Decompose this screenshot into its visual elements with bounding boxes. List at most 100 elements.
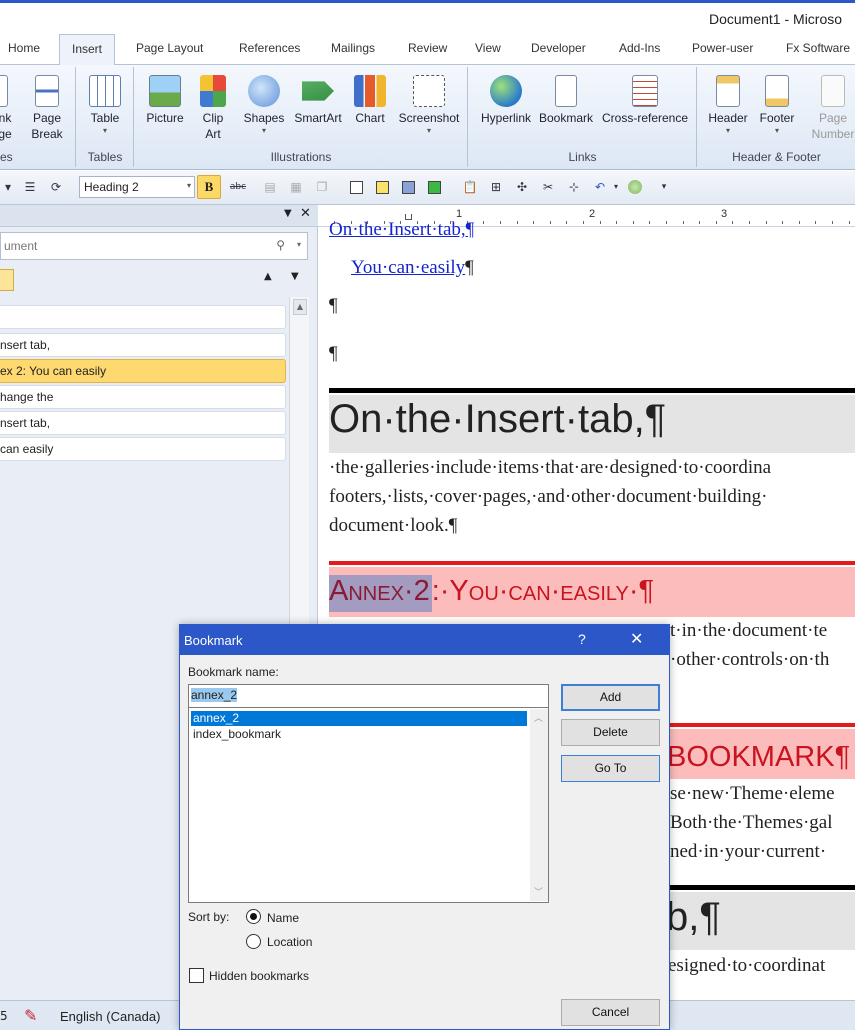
white-box-icon[interactable] bbox=[350, 181, 363, 194]
undo-icon[interactable]: ↶ bbox=[592, 179, 608, 195]
bookmark-name-input[interactable]: annex_2 bbox=[188, 684, 549, 708]
list-item[interactable]: nsert tab, bbox=[0, 411, 286, 435]
hyperlink-button[interactable]: Hyperlink bbox=[475, 71, 537, 126]
chevron-down-icon: ▾ bbox=[725, 126, 730, 135]
refresh-icon[interactable]: ⟳ bbox=[48, 179, 64, 195]
green-box-icon[interactable] bbox=[428, 181, 441, 194]
proofing-icon[interactable]: ✎ bbox=[24, 1006, 37, 1025]
ruler-mark: 2 bbox=[589, 208, 596, 220]
tab-home[interactable]: Home bbox=[8, 41, 40, 55]
crop-icon[interactable]: ✣ bbox=[514, 179, 530, 195]
tab-mailings[interactable]: Mailings bbox=[331, 41, 375, 55]
blank-page-button[interactable]: nk ge bbox=[0, 71, 18, 142]
list-item[interactable]: hange the bbox=[0, 385, 286, 409]
pages-group: nk ge Page Break es bbox=[0, 67, 76, 167]
list-item[interactable]: ex 2: You can easily bbox=[0, 359, 286, 383]
chart-icon bbox=[354, 75, 386, 107]
copy-icon[interactable]: ❐ bbox=[314, 179, 330, 195]
grid-icon[interactable]: ⊞ bbox=[488, 179, 504, 195]
format-icon[interactable]: ▤ bbox=[262, 179, 278, 195]
delete-button[interactable]: Delete bbox=[561, 719, 660, 746]
close-icon[interactable]: ✕ bbox=[300, 206, 311, 221]
ribbon: nk ge Page Break es Table ▾ Tables Pictu… bbox=[0, 64, 855, 170]
table-grid-icon[interactable]: ▦ bbox=[288, 179, 304, 195]
tab-view[interactable]: View bbox=[475, 41, 501, 55]
tools-icon[interactable]: ✂ bbox=[540, 179, 556, 195]
list-scrollbar[interactable]: ︿ ﹀ bbox=[530, 709, 548, 901]
strikethrough-button[interactable]: abc bbox=[228, 179, 248, 195]
list-item[interactable]: index_bookmark bbox=[191, 727, 527, 742]
paste-icon[interactable]: 📋 bbox=[462, 179, 478, 195]
bookmark-list: annex_2 index_bookmark ︿ ﹀ bbox=[188, 707, 549, 903]
tab-page-layout[interactable]: Page Layout bbox=[136, 41, 203, 55]
body-line: esigned·to·coordinat bbox=[668, 955, 826, 976]
tab-power-user[interactable]: Power-user bbox=[692, 41, 753, 55]
annex-rule bbox=[329, 561, 855, 565]
page-break-button[interactable]: Page Break bbox=[27, 71, 67, 142]
hidden-bookmarks-checkbox[interactable] bbox=[189, 968, 204, 983]
tab-insert[interactable]: Insert bbox=[59, 34, 116, 65]
annex-heading: Annex·2:·You·can·easily·¶ bbox=[329, 575, 654, 612]
nav-search-input[interactable]: ument ⚲ ▾ bbox=[0, 232, 308, 260]
list-item[interactable]: can easily bbox=[0, 437, 286, 461]
list-item[interactable] bbox=[0, 305, 286, 329]
sort-name-radio[interactable] bbox=[246, 909, 261, 924]
list-item[interactable]: nsert tab, bbox=[0, 333, 286, 357]
doc-link[interactable]: You·can·easily bbox=[351, 257, 465, 278]
bullet-list-icon[interactable]: ☰ bbox=[22, 179, 38, 195]
ruler-tick bbox=[649, 221, 650, 224]
pane-options-icon[interactable]: ▼ bbox=[284, 208, 292, 219]
sort-location-radio[interactable] bbox=[246, 934, 261, 949]
tab-developer[interactable]: Developer bbox=[531, 41, 586, 55]
green-circle-icon[interactable] bbox=[628, 180, 642, 194]
chevron-down-icon[interactable]: ▾ bbox=[297, 240, 301, 249]
body-line: ·the·galleries·include·items·that·are·de… bbox=[329, 457, 772, 478]
scroll-up-icon[interactable]: ︿ bbox=[534, 711, 543, 724]
screenshot-button[interactable]: Screenshot ▾ bbox=[395, 71, 463, 135]
pilcrow: ¶ bbox=[329, 343, 338, 364]
scroll-down-icon[interactable]: ﹀ bbox=[534, 885, 543, 898]
hierarchy-icon[interactable]: ⊹ bbox=[566, 179, 582, 195]
smartart-button[interactable]: SmartArt bbox=[291, 71, 345, 126]
help-button[interactable]: ? bbox=[578, 631, 586, 647]
clip-art-button[interactable]: Clip Art bbox=[195, 71, 231, 142]
header-button[interactable]: Header ▾ bbox=[702, 71, 754, 135]
cancel-button[interactable]: Cancel bbox=[561, 999, 660, 1026]
tab-review[interactable]: Review bbox=[408, 41, 447, 55]
tab-add-ins[interactable]: Add-Ins bbox=[619, 41, 660, 55]
nav-headings-tab[interactable] bbox=[0, 269, 14, 291]
scroll-up-icon[interactable]: ▲ bbox=[293, 299, 307, 315]
previous-heading-icon[interactable]: ▲ bbox=[264, 271, 272, 282]
yellow-box-icon[interactable] bbox=[376, 181, 389, 194]
list-item[interactable]: annex_2 bbox=[191, 711, 527, 726]
ruler-tick bbox=[699, 221, 700, 224]
next-heading-icon[interactable]: ▼ bbox=[291, 271, 299, 282]
bold-button[interactable]: B bbox=[197, 175, 221, 199]
heading-rule bbox=[668, 885, 855, 890]
table-button[interactable]: Table ▾ bbox=[83, 71, 127, 135]
close-button[interactable]: ✕ bbox=[630, 629, 643, 649]
add-button[interactable]: Add bbox=[561, 684, 660, 711]
blue-box-icon[interactable] bbox=[402, 181, 415, 194]
go-to-button[interactable]: Go To bbox=[561, 755, 660, 782]
doc-link[interactable]: On·the·Insert·tab,¶ bbox=[329, 219, 474, 241]
customize-toolbar-icon[interactable]: ▾ bbox=[656, 179, 672, 195]
tab-references[interactable]: References bbox=[239, 41, 300, 55]
bookmark-button[interactable]: Bookmark bbox=[535, 71, 597, 126]
tab-fx-software[interactable]: Fx Software bbox=[786, 41, 850, 55]
shapes-icon bbox=[248, 75, 280, 107]
dropdown-arrow-icon[interactable]: ▾ bbox=[0, 179, 16, 195]
cross-reference-button[interactable]: Cross-reference bbox=[598, 71, 692, 126]
pages-group-label: es bbox=[0, 150, 13, 164]
page-number-button[interactable]: Page Number bbox=[808, 71, 855, 142]
chart-button[interactable]: Chart bbox=[350, 71, 390, 126]
title-bar: Document1 - Microso bbox=[0, 0, 855, 34]
ruler-tick bbox=[600, 221, 601, 224]
status-language[interactable]: English (Canada) bbox=[60, 1009, 160, 1024]
search-icon[interactable]: ⚲ bbox=[276, 238, 285, 252]
picture-button[interactable]: Picture bbox=[143, 71, 187, 126]
shapes-button[interactable]: Shapes ▾ bbox=[241, 71, 287, 135]
chevron-down-icon[interactable]: ▾ bbox=[608, 179, 624, 195]
style-select[interactable]: Heading 2 ▾ bbox=[79, 176, 195, 198]
footer-button[interactable]: Footer ▾ bbox=[754, 71, 800, 135]
